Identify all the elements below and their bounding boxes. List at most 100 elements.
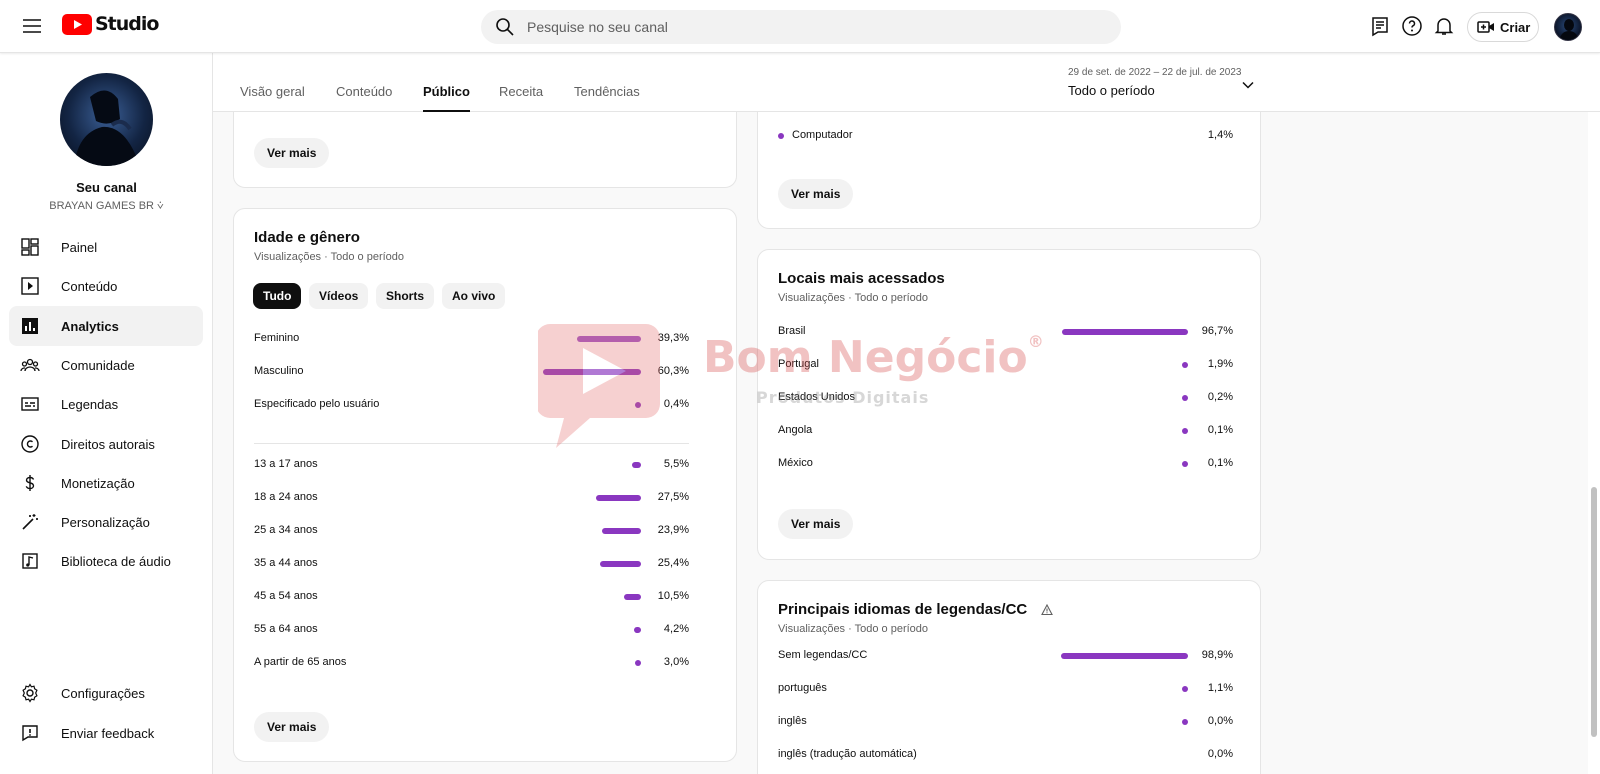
analytics-icon — [20, 316, 40, 336]
sidebar-item-comunidade[interactable]: Comunidade — [9, 345, 203, 385]
card-title: Idade e gênero — [254, 229, 360, 246]
stat-value: 0,0% — [1207, 715, 1233, 727]
bell-icon[interactable] — [1432, 14, 1456, 38]
card-subtitle: Visualizações · Todo o período — [778, 623, 929, 635]
stat-row: 25 a 34 anos 23,9% — [254, 521, 689, 541]
stat-row: Computador 1,4% — [778, 126, 1233, 146]
warning-icon[interactable] — [1041, 604, 1054, 616]
stat-label: Portugal — [778, 358, 819, 370]
sidebar-item-label: Personalização — [61, 514, 150, 530]
stat-value: 60,3% — [657, 365, 689, 377]
legend-dot — [778, 133, 784, 139]
analytics-tabs-bar: Visão geral Conteúdo Público Receita Ten… — [213, 53, 1600, 112]
stat-label: 35 a 44 anos — [254, 557, 318, 569]
chevron-down-icon[interactable] — [1238, 75, 1258, 95]
card-title: Locais mais acessados — [778, 270, 945, 287]
sidebar-item-direitos-autorais[interactable]: Direitos autorais — [9, 424, 203, 464]
search-bar[interactable] — [481, 10, 1121, 44]
scrollbar-thumb[interactable] — [1591, 487, 1597, 737]
feedback-icon — [20, 723, 40, 743]
account-avatar[interactable] — [1554, 13, 1582, 41]
stat-value: 1,4% — [1207, 129, 1233, 141]
sidebar-item-label: Conteúdo — [61, 278, 118, 294]
search-input[interactable] — [527, 19, 1087, 35]
stat-value: 0,4% — [663, 398, 689, 410]
see-more-button[interactable]: Ver mais — [254, 712, 330, 742]
stat-label: México — [778, 457, 813, 469]
stat-label: Brasil — [778, 325, 806, 337]
stat-label: 13 a 17 anos — [254, 458, 318, 470]
copyright-icon — [20, 434, 40, 454]
stat-value: 0,1% — [1207, 457, 1233, 469]
sidebar-item-painel[interactable]: Painel — [9, 227, 203, 267]
stat-label: Computador — [792, 129, 853, 141]
stat-value: 4,2% — [663, 623, 689, 635]
tab-conteudo[interactable]: Conteúdo — [336, 84, 392, 112]
date-range-text[interactable]: 29 de set. de 2022 – 22 de jul. de 2023 — [1068, 67, 1248, 78]
see-more-button[interactable]: Ver mais — [778, 509, 854, 539]
dollar-icon — [20, 473, 40, 493]
sidebar-item-enviar-feedback[interactable]: Enviar feedback — [9, 713, 203, 753]
divider — [254, 443, 689, 444]
create-video-icon — [1477, 19, 1495, 35]
stat-row: Masculino 60,3% — [254, 362, 689, 382]
audio-library-icon — [20, 551, 40, 571]
stat-row: 35 a 44 anos 25,4% — [254, 554, 689, 574]
filter-chip-shorts[interactable]: Shorts — [376, 283, 435, 309]
filter-chip-videos[interactable]: Vídeos — [309, 283, 369, 309]
card-age-gender: Idade e gênero Visualizações · Todo o pe… — [233, 208, 737, 762]
sidebar-item-legendas[interactable]: Legendas — [9, 384, 203, 424]
date-range-value[interactable]: Todo o período — [1068, 83, 1155, 98]
create-label: Criar — [1500, 19, 1531, 35]
sidebar-item-analytics[interactable]: Analytics — [9, 306, 203, 346]
stat-label: Feminino — [254, 332, 300, 344]
stat-row: 13 a 17 anos 5,5% — [254, 455, 689, 475]
sidebar-item-configuracoes[interactable]: Configurações — [9, 673, 203, 713]
see-more-button[interactable]: Ver mais — [778, 179, 854, 209]
stat-value: 25,4% — [657, 557, 689, 569]
stat-row: México 0,1% — [778, 454, 1233, 474]
stat-row: Angola 0,1% — [778, 421, 1233, 441]
see-more-button[interactable]: Ver mais — [254, 138, 330, 168]
community-icon — [20, 355, 40, 375]
page-scrollbar[interactable] — [1588, 53, 1600, 774]
sidebar-item-label: Analytics — [61, 318, 119, 334]
channel-title: Seu canal — [76, 180, 137, 195]
channel-avatar[interactable] — [60, 73, 153, 166]
tab-tendencias[interactable]: Tendências — [574, 84, 640, 112]
menu-icon[interactable] — [20, 14, 44, 38]
stat-row: Estados Unidos 0,2% — [778, 388, 1233, 408]
card-top-locations: Locais mais acessados Visualizações · To… — [757, 249, 1261, 560]
filter-chip-tudo[interactable]: Tudo — [253, 283, 302, 309]
tab-visao-geral[interactable]: Visão geral — [240, 84, 305, 112]
sidebar-item-biblioteca-de-audio[interactable]: Biblioteca de áudio — [9, 541, 203, 581]
stat-value: 39,3% — [657, 332, 689, 344]
youtube-logo-icon — [62, 13, 92, 35]
tab-publico[interactable]: Público — [423, 84, 470, 112]
stat-label: português — [778, 682, 827, 694]
stat-label: Sem legendas/CC — [778, 649, 868, 661]
stat-label: 55 a 64 anos — [254, 623, 318, 635]
sidebar: Seu canal BRAYAN GAMES BR ⩒ Painel Conte… — [0, 53, 213, 774]
stat-label: 25 a 34 anos — [254, 524, 318, 536]
sidebar-item-monetizacao[interactable]: Monetização — [9, 463, 203, 503]
stat-bar — [543, 369, 641, 375]
sidebar-item-label: Configurações — [61, 685, 145, 701]
help-icon[interactable] — [1400, 14, 1424, 38]
tab-receita[interactable]: Receita — [499, 84, 543, 112]
stat-value: 0,0% — [1207, 748, 1233, 760]
stat-value: 5,5% — [663, 458, 689, 470]
stat-row: Especificado pelo usuário 0,4% — [254, 395, 689, 415]
subtitles-icon — [20, 394, 40, 414]
content-icon — [20, 276, 40, 296]
stat-label: Angola — [778, 424, 813, 436]
create-button[interactable]: Criar — [1467, 12, 1539, 42]
sidebar-item-label: Comunidade — [61, 357, 135, 373]
card-title-text: Principais idiomas de legendas/CC — [778, 601, 1028, 618]
filter-chip-ao-vivo[interactable]: Ao vivo — [442, 283, 506, 309]
card-subtitle: Visualizações · Todo o período — [254, 251, 405, 263]
sidebar-item-conteudo[interactable]: Conteúdo — [9, 266, 203, 306]
subtitles-icon[interactable] — [1368, 14, 1392, 38]
sidebar-item-personalizacao[interactable]: Personalização — [9, 502, 203, 542]
studio-logo[interactable]: Studio — [62, 13, 159, 35]
